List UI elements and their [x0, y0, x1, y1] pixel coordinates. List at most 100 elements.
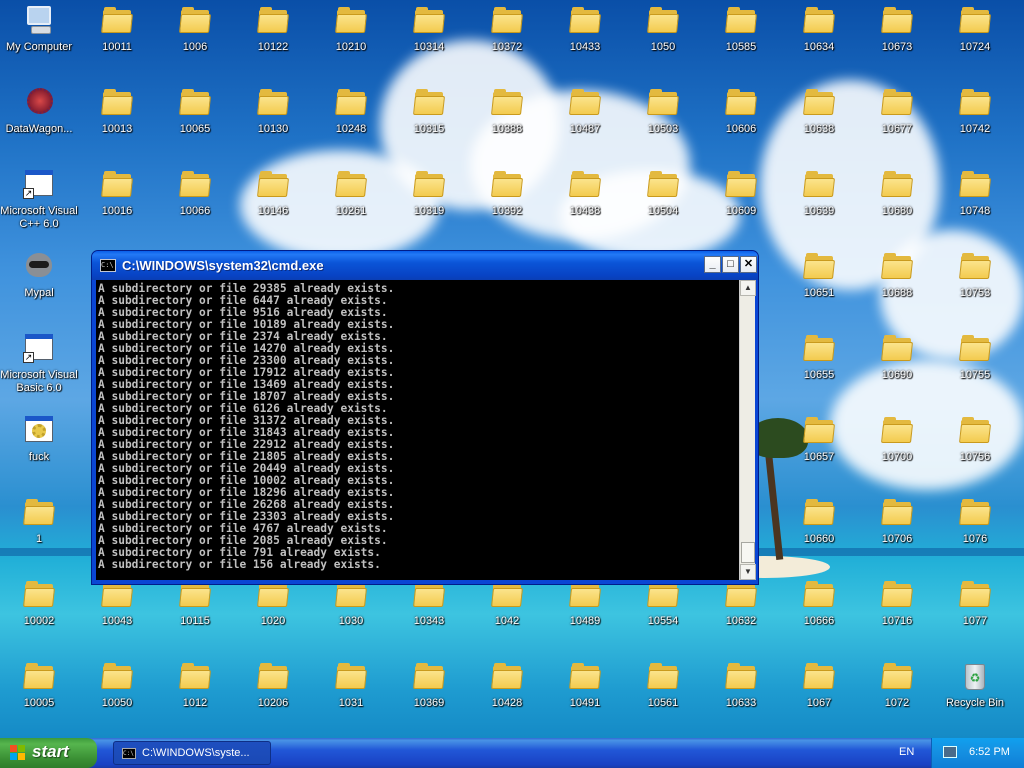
desktop-folder-10748[interactable]: 10748 [936, 164, 1014, 246]
desktop-folder-10503[interactable]: 10503 [624, 82, 702, 164]
desktop-icon-my-computer[interactable]: My Computer [0, 0, 78, 82]
desktop-folder-10606[interactable]: 10606 [702, 82, 780, 164]
icon-label: 10043 [101, 615, 133, 627]
desktop-folder-1050[interactable]: 1050 [624, 0, 702, 82]
desktop-folder-10753[interactable]: 10753 [936, 246, 1014, 328]
desktop-folder-10655[interactable]: 10655 [780, 328, 858, 410]
desktop-folder-10261[interactable]: 10261 [312, 164, 390, 246]
taskbar-button-cmd[interactable]: C:\ C:\WINDOWS\syste... [113, 741, 271, 765]
network-icon[interactable] [943, 746, 957, 758]
minimize-button[interactable]: _ [704, 256, 721, 273]
desktop-icon-datawagon[interactable]: DataWagon... [0, 82, 78, 164]
desktop-folder-10428[interactable]: 10428 [468, 656, 546, 738]
desktop-icon-fuck[interactable]: fuck [0, 410, 78, 492]
desktop-folder-10146[interactable]: 10146 [234, 164, 312, 246]
desktop-folder-10043[interactable]: 10043 [78, 574, 156, 656]
title-bar[interactable]: C:\ C:\WINDOWS\system32\cmd.exe _ □ ✕ [92, 251, 758, 280]
maximize-button[interactable]: □ [722, 256, 739, 273]
desktop-icon-visual-basic[interactable]: ↗ Microsoft Visual Basic 6.0 [0, 328, 78, 410]
desktop-folder-1072[interactable]: 1072 [858, 656, 936, 738]
desktop-icon-mypal[interactable]: Mypal [0, 246, 78, 328]
desktop-folder-1077[interactable]: 1077 [936, 574, 1014, 656]
scroll-down-button[interactable]: ▼ [740, 564, 756, 580]
vertical-scrollbar[interactable]: ▲ ▼ [739, 280, 756, 580]
desktop-folder-10438[interactable]: 10438 [546, 164, 624, 246]
icon-label: 1050 [650, 41, 676, 53]
desktop-folder-10657[interactable]: 10657 [780, 410, 858, 492]
desktop-folder-1031[interactable]: 1031 [312, 656, 390, 738]
desktop-folder-10065[interactable]: 10065 [156, 82, 234, 164]
desktop-folder-10206[interactable]: 10206 [234, 656, 312, 738]
desktop-folder-10066[interactable]: 10066 [156, 164, 234, 246]
desktop-folder-10343[interactable]: 10343 [390, 574, 468, 656]
desktop-folder-10680[interactable]: 10680 [858, 164, 936, 246]
desktop-folder-10755[interactable]: 10755 [936, 328, 1014, 410]
desktop-folder-10314[interactable]: 10314 [390, 0, 468, 82]
desktop-folder-10585[interactable]: 10585 [702, 0, 780, 82]
desktop-folder-10742[interactable]: 10742 [936, 82, 1014, 164]
desktop-folder-1042[interactable]: 1042 [468, 574, 546, 656]
desktop-folder-10491[interactable]: 10491 [546, 656, 624, 738]
scroll-thumb[interactable] [741, 542, 755, 563]
desktop-folder-10554[interactable]: 10554 [624, 574, 702, 656]
start-button[interactable]: start [0, 738, 97, 768]
folder-icon [725, 168, 757, 200]
desktop-folder-10716[interactable]: 10716 [858, 574, 936, 656]
language-indicator[interactable]: EN [899, 746, 914, 758]
desktop-folder-10690[interactable]: 10690 [858, 328, 936, 410]
desktop-folder-10639[interactable]: 10639 [780, 164, 858, 246]
desktop-folder-10372[interactable]: 10372 [468, 0, 546, 82]
desktop-folder-1067[interactable]: 1067 [780, 656, 858, 738]
desktop-folder-1012[interactable]: 1012 [156, 656, 234, 738]
desktop-folder-10700[interactable]: 10700 [858, 410, 936, 492]
desktop-folder-10248[interactable]: 10248 [312, 82, 390, 164]
desktop-folder-10487[interactable]: 10487 [546, 82, 624, 164]
close-button[interactable]: ✕ [740, 256, 757, 273]
desktop-folder-10433[interactable]: 10433 [546, 0, 624, 82]
desktop-folder-10315[interactable]: 10315 [390, 82, 468, 164]
desktop-folder-10677[interactable]: 10677 [858, 82, 936, 164]
desktop-folder-1[interactable]: 1 [0, 492, 78, 574]
taskbar-button-label: C:\WINDOWS\syste... [142, 747, 250, 759]
desktop-folder-10115[interactable]: 10115 [156, 574, 234, 656]
desktop-folder-10489[interactable]: 10489 [546, 574, 624, 656]
desktop-folder-10388[interactable]: 10388 [468, 82, 546, 164]
desktop-folder-10651[interactable]: 10651 [780, 246, 858, 328]
desktop-icon-visual-cpp[interactable]: ↗ Microsoft Visual C++ 6.0 [0, 164, 78, 246]
desktop-folder-10369[interactable]: 10369 [390, 656, 468, 738]
desktop-folder-1006[interactable]: 1006 [156, 0, 234, 82]
desktop-folder-10666[interactable]: 10666 [780, 574, 858, 656]
desktop-folder-10016[interactable]: 10016 [78, 164, 156, 246]
desktop-folder-10756[interactable]: 10756 [936, 410, 1014, 492]
clock[interactable]: 6:52 PM [969, 746, 1010, 758]
desktop-folder-1076[interactable]: 1076 [936, 492, 1014, 574]
desktop-folder-10673[interactable]: 10673 [858, 0, 936, 82]
cmd-window[interactable]: C:\ C:\WINDOWS\system32\cmd.exe _ □ ✕ A … [91, 250, 759, 585]
console-output[interactable]: A subdirectory or file 29385 already exi… [96, 280, 739, 580]
desktop-folder-10050[interactable]: 10050 [78, 656, 156, 738]
desktop-folder-10122[interactable]: 10122 [234, 0, 312, 82]
desktop-folder-10634[interactable]: 10634 [780, 0, 858, 82]
desktop-folder-10013[interactable]: 10013 [78, 82, 156, 164]
desktop-folder-10561[interactable]: 10561 [624, 656, 702, 738]
scroll-up-button[interactable]: ▲ [740, 280, 756, 296]
desktop-folder-10706[interactable]: 10706 [858, 492, 936, 574]
desktop-folder-10504[interactable]: 10504 [624, 164, 702, 246]
desktop-icon-recycle-bin[interactable]: ♻ Recycle Bin [936, 656, 1014, 738]
desktop-folder-10632[interactable]: 10632 [702, 574, 780, 656]
desktop-folder-10002[interactable]: 10002 [0, 574, 78, 656]
desktop-folder-10005[interactable]: 10005 [0, 656, 78, 738]
desktop-folder-10688[interactable]: 10688 [858, 246, 936, 328]
desktop-folder-10633[interactable]: 10633 [702, 656, 780, 738]
desktop-folder-10609[interactable]: 10609 [702, 164, 780, 246]
desktop-folder-10392[interactable]: 10392 [468, 164, 546, 246]
desktop-folder-10638[interactable]: 10638 [780, 82, 858, 164]
desktop-folder-10011[interactable]: 10011 [78, 0, 156, 82]
desktop-folder-10724[interactable]: 10724 [936, 0, 1014, 82]
desktop-folder-1020[interactable]: 1020 [234, 574, 312, 656]
desktop-folder-10319[interactable]: 10319 [390, 164, 468, 246]
desktop-folder-10660[interactable]: 10660 [780, 492, 858, 574]
desktop-folder-10210[interactable]: 10210 [312, 0, 390, 82]
desktop-folder-1030[interactable]: 1030 [312, 574, 390, 656]
desktop-folder-10130[interactable]: 10130 [234, 82, 312, 164]
